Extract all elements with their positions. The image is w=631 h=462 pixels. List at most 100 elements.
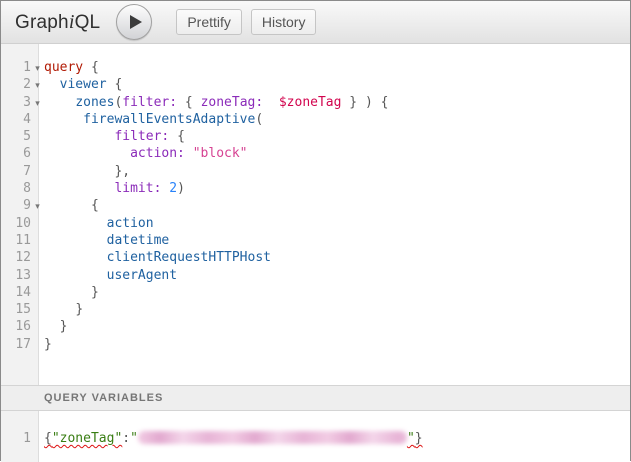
token-p: { <box>44 431 52 446</box>
code-text: limit: 2) <box>44 180 185 197</box>
redacted-zone-id <box>138 431 407 444</box>
code-line: 14 } <box>1 284 630 301</box>
token-p: } <box>60 319 68 334</box>
token-j: " <box>407 431 415 446</box>
token-p: ) <box>177 181 185 196</box>
line-number: 9 <box>1 197 31 214</box>
line-number: 13 <box>1 267 31 284</box>
token-a: action: <box>130 146 185 161</box>
token-ws <box>44 112 83 127</box>
token-p: : <box>122 431 130 446</box>
token-ws <box>44 77 60 92</box>
token-a: filter: <box>114 129 169 144</box>
line-number: 11 <box>1 232 31 249</box>
token-ws <box>44 216 107 231</box>
token-p: } <box>44 337 52 352</box>
code-text: firewallEventsAdaptive( <box>44 111 263 128</box>
token-kw: query <box>44 60 83 75</box>
token-p: { <box>177 95 200 110</box>
code-text: clientRequestHTTPHost <box>44 249 271 266</box>
code-line: 17} <box>1 336 630 353</box>
token-ws <box>44 181 114 196</box>
code-text: } <box>44 301 83 318</box>
code-text: action: "block" <box>44 145 248 162</box>
execute-query-button[interactable] <box>116 4 152 40</box>
line-number: 8 <box>1 180 31 197</box>
code-line: 12 clientRequestHTTPHost <box>1 249 630 266</box>
toolbar: GraphiQL Prettify History <box>1 1 630 44</box>
code-line: 5 filter: { <box>1 128 630 145</box>
query-variables-title: QUERY VARIABLES <box>44 392 163 404</box>
code-line: 3▾ zones(filter: { zoneTag: $zoneTag } )… <box>1 94 630 111</box>
token-p: ( <box>255 112 263 127</box>
token-a: zoneTag: <box>201 95 264 110</box>
code-line: 8 limit: 2) <box>1 180 630 197</box>
line-number: 6 <box>1 145 31 162</box>
token-p: } <box>91 285 99 300</box>
code-text: zones(filter: { zoneTag: $zoneTag } ) { <box>44 94 388 111</box>
line-number: 17 <box>1 336 31 353</box>
token-p: { <box>91 198 99 213</box>
token-f: zones <box>75 95 114 110</box>
token-ws <box>44 250 107 265</box>
code-text: {"zoneTag":""} <box>44 430 423 447</box>
token-p: { <box>107 77 123 92</box>
token-f: datetime <box>107 233 170 248</box>
token-p: } <box>75 302 83 317</box>
line-number: 3 <box>1 94 31 111</box>
line-number: 1 <box>1 430 31 447</box>
token-ws <box>44 164 114 179</box>
play-icon <box>130 15 142 29</box>
line-number: 4 <box>1 111 31 128</box>
code-text: datetime <box>44 232 169 249</box>
line-number: 5 <box>1 128 31 145</box>
token-ws <box>44 146 130 161</box>
token-j: "zoneTag" <box>52 431 122 446</box>
token-n: 2 <box>169 181 177 196</box>
token-v: $zoneTag <box>279 95 342 110</box>
line-number: 14 <box>1 284 31 301</box>
token-ws <box>263 95 279 110</box>
code-line: 9▾ { <box>1 197 630 214</box>
query-variables-titlebar[interactable]: QUERY VARIABLES <box>1 385 630 411</box>
code-text: { <box>44 197 99 214</box>
code-text: }, <box>44 163 130 180</box>
variables-code-lines: 1{"zoneTag":""} <box>1 411 630 447</box>
code-line: 10 action <box>1 215 630 232</box>
code-line: 6 action: "block" <box>1 145 630 162</box>
code-text: action <box>44 215 154 232</box>
token-f: userAgent <box>107 268 177 283</box>
token-ws <box>44 285 91 300</box>
line-number: 2 <box>1 76 31 93</box>
prettify-button[interactable]: Prettify <box>176 9 242 35</box>
token-f: firewallEventsAdaptive <box>83 112 255 127</box>
token-p: }, <box>114 164 130 179</box>
line-number: 16 <box>1 318 31 335</box>
code-line: 1▾query { <box>1 59 630 76</box>
code-line: 15 } <box>1 301 630 318</box>
code-text: } <box>44 318 67 335</box>
code-line: 11 datetime <box>1 232 630 249</box>
token-p: { <box>169 129 185 144</box>
code-text: } <box>44 336 52 353</box>
code-text: viewer { <box>44 76 122 93</box>
token-p: } ) { <box>341 95 388 110</box>
token-a: limit: <box>114 181 161 196</box>
logo-text-ql: QL <box>75 12 101 33</box>
token-f: action <box>107 216 154 231</box>
query-code-lines: 1▾query {2▾ viewer {3▾ zones(filter: { z… <box>1 44 630 353</box>
query-editor[interactable]: 1▾query {2▾ viewer {3▾ zones(filter: { z… <box>1 44 630 385</box>
history-button[interactable]: History <box>251 9 317 35</box>
token-ws <box>44 268 107 283</box>
logo-text-graph: Graph <box>15 12 69 33</box>
token-s: "block" <box>193 146 248 161</box>
code-line: 2▾ viewer { <box>1 76 630 93</box>
token-ws <box>185 146 193 161</box>
code-text: query { <box>44 59 99 76</box>
token-p: } <box>415 431 423 446</box>
token-ws <box>44 319 60 334</box>
code-line: 7 }, <box>1 163 630 180</box>
variables-editor[interactable]: 1{"zoneTag":""} <box>1 411 630 462</box>
token-p: { <box>83 60 99 75</box>
token-f: viewer <box>60 77 107 92</box>
